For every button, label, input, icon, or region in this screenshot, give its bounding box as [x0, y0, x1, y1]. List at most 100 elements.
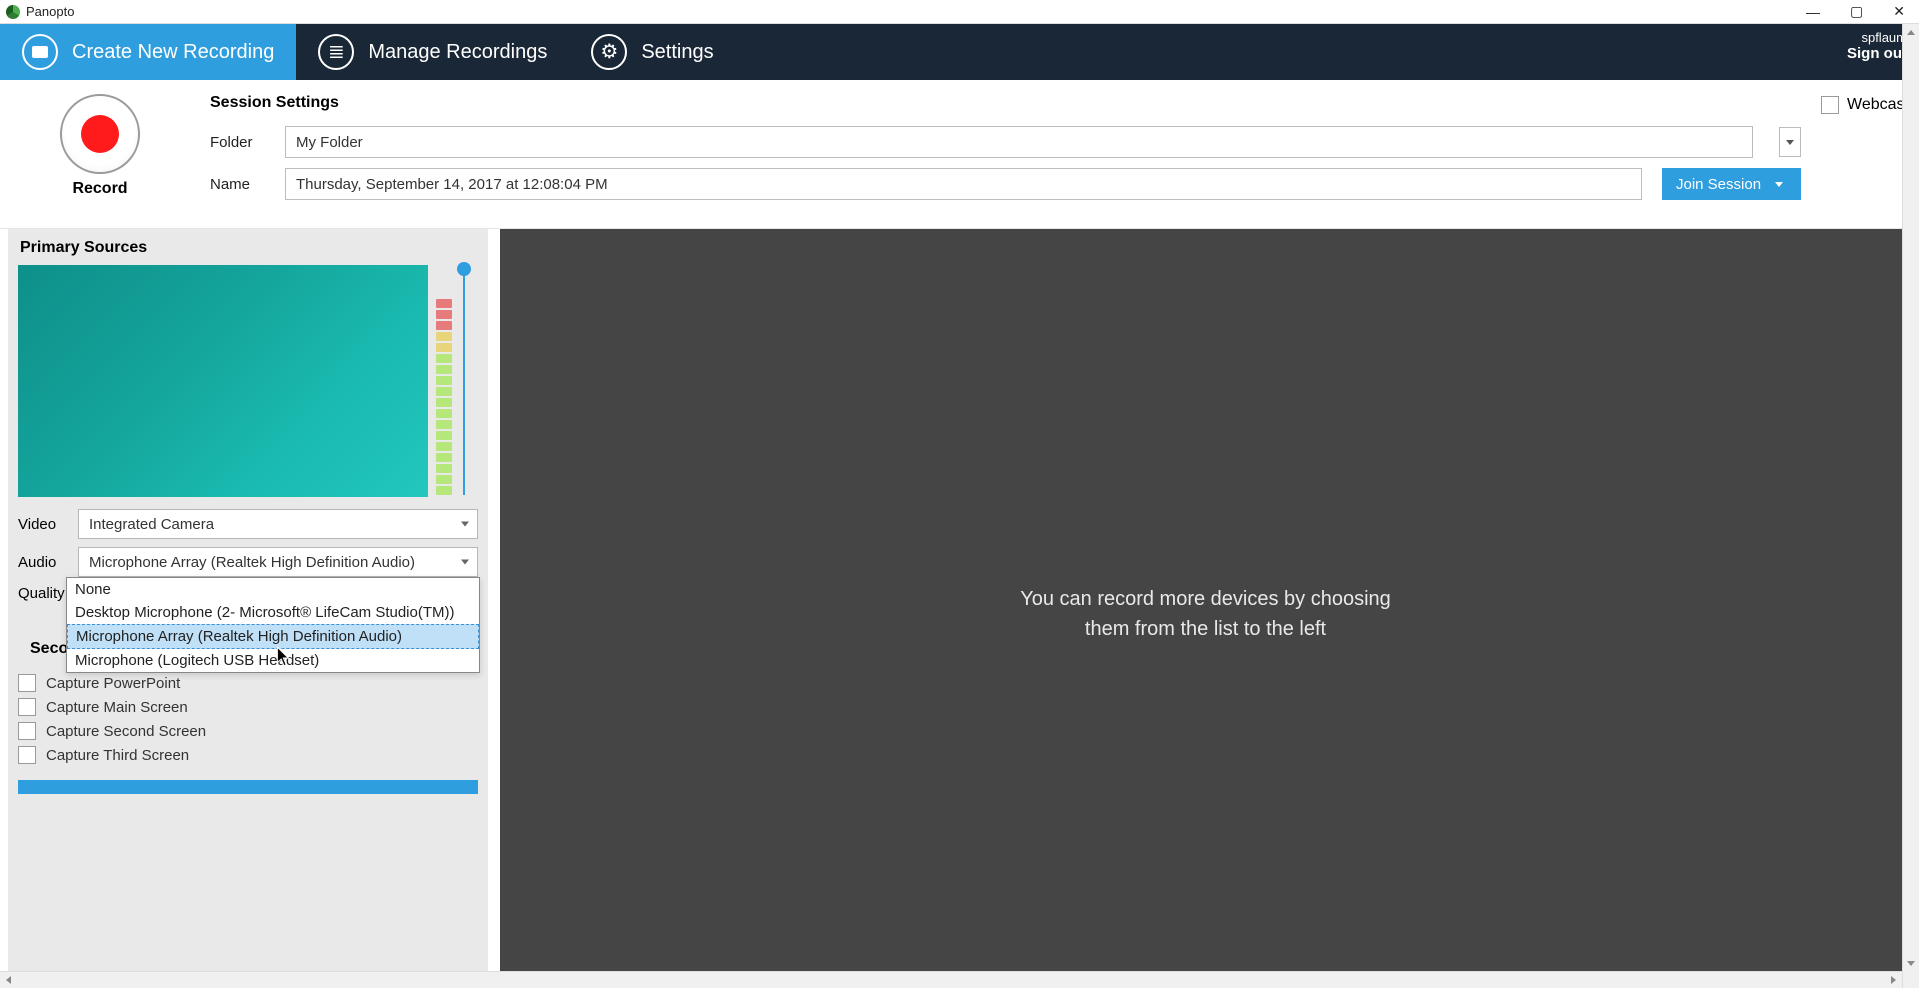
close-button[interactable]: ✕ [1893, 3, 1905, 20]
tab-manage-label: Manage Recordings [368, 41, 547, 64]
list-icon [318, 34, 354, 70]
scroll-right-icon[interactable] [1885, 972, 1902, 988]
join-session-label: Join Session [1676, 176, 1761, 193]
meter-segment [436, 420, 452, 429]
vertical-scrollbar[interactable] [1902, 24, 1919, 988]
session-heading: Session Settings [210, 94, 1801, 112]
folder-value: My Folder [296, 134, 363, 151]
meter-segment [436, 464, 452, 473]
meter-segment [436, 354, 452, 363]
audio-label: Audio [18, 554, 68, 571]
camera-icon [22, 34, 58, 70]
secondary-item: Capture Main Screen [18, 698, 478, 716]
meter-segment [436, 387, 452, 396]
top-nav: Create New Recording Manage Recordings S… [0, 24, 1919, 80]
username: spflaum [1847, 30, 1907, 45]
scroll-down-icon[interactable] [1903, 955, 1919, 972]
tab-create-label: Create New Recording [72, 41, 274, 64]
secondary-item: Capture Third Screen [18, 746, 478, 764]
minimize-button[interactable]: — [1806, 4, 1820, 20]
meter-segment [436, 343, 452, 352]
meter-segment [436, 332, 452, 341]
primary-heading: Primary Sources [8, 229, 488, 265]
audio-option[interactable]: Microphone Array (Realtek High Definitio… [67, 624, 479, 649]
scroll-up-icon[interactable] [1903, 24, 1919, 41]
tab-settings[interactable]: Settings [569, 24, 735, 80]
meter-segment [436, 409, 452, 418]
meter-segment [436, 299, 452, 308]
meter-segment [436, 310, 452, 319]
audio-select[interactable]: Microphone Array (Realtek High Definitio… [78, 547, 478, 577]
video-preview [18, 265, 428, 497]
folder-label: Folder [210, 134, 265, 151]
audio-option[interactable]: Desktop Microphone (2- Microsoft® LifeCa… [67, 601, 479, 624]
meter-segment [436, 486, 452, 495]
chevron-down-icon [461, 522, 469, 527]
audio-meter-wrap [436, 265, 470, 497]
scroll-left-icon[interactable] [0, 972, 17, 988]
meter-segment [436, 376, 452, 385]
record-button[interactable] [60, 94, 140, 174]
join-session-button[interactable]: Join Session [1662, 168, 1801, 200]
secondary-checkbox[interactable] [18, 698, 36, 716]
audio-value: Microphone Array (Realtek High Definitio… [89, 554, 415, 571]
video-label: Video [18, 516, 68, 533]
hint-line2: them from the list to the left [1085, 618, 1326, 640]
app-title: Panopto [26, 4, 74, 19]
hint-line1: You can record more devices by choosing [1020, 588, 1391, 610]
folder-dropdown-button[interactable] [1779, 127, 1801, 157]
audio-option[interactable]: Microphone (Logitech USB Headset) [67, 649, 479, 672]
primary-sources-panel: Primary Sources Video Integrated Camera [8, 229, 488, 988]
tab-create-recording[interactable]: Create New Recording [0, 24, 296, 80]
gear-icon [591, 34, 627, 70]
tab-manage-recordings[interactable]: Manage Recordings [296, 24, 569, 80]
meter-segment [436, 431, 452, 440]
body: Primary Sources Video Integrated Camera [0, 229, 1919, 988]
meter-segment [436, 453, 452, 462]
folder-field[interactable]: My Folder [285, 126, 1753, 158]
video-value: Integrated Camera [89, 516, 214, 533]
slider-handle[interactable] [457, 262, 471, 276]
quality-label: Quality [18, 585, 68, 602]
secondary-label: Capture Second Screen [46, 723, 206, 740]
meter-segment [436, 365, 452, 374]
name-input[interactable] [285, 168, 1642, 200]
app-logo-icon [6, 5, 20, 19]
meter-segment [436, 442, 452, 451]
audio-level-meter [436, 265, 452, 497]
titlebar: Panopto — ▢ ✕ [0, 0, 1919, 24]
maximize-button[interactable]: ▢ [1850, 3, 1863, 20]
secondary-hint: You can record more devices by choosing … [1020, 584, 1391, 644]
webcast-label: Webcast [1847, 96, 1909, 114]
secondary-label: Capture PowerPoint [46, 675, 180, 692]
signout-link[interactable]: Sign out [1847, 45, 1907, 62]
meter-segment [436, 398, 452, 407]
secondary-checkbox[interactable] [18, 746, 36, 764]
secondary-preview: You can record more devices by choosing … [500, 229, 1911, 988]
chevron-down-icon [461, 560, 469, 565]
webcast-checkbox[interactable] [1821, 96, 1839, 114]
session-fields: Session Settings Folder My Folder Name J… [210, 94, 1801, 210]
audio-dropdown[interactable]: NoneDesktop Microphone (2- Microsoft® Li… [66, 577, 480, 673]
progress-bar [18, 780, 478, 794]
secondary-label: Capture Main Screen [46, 699, 188, 716]
record-button-wrap: Record [10, 94, 190, 198]
tab-settings-label: Settings [641, 41, 713, 64]
audio-option[interactable]: None [67, 578, 479, 601]
video-select[interactable]: Integrated Camera [78, 509, 478, 539]
webcast-option: Webcast [1821, 94, 1909, 114]
record-dot-icon [81, 115, 119, 153]
record-label: Record [72, 180, 127, 198]
secondary-checkbox[interactable] [18, 722, 36, 740]
horizontal-scrollbar[interactable] [0, 971, 1902, 988]
session-settings: Record Session Settings Folder My Folder… [0, 80, 1919, 229]
secondary-checkbox[interactable] [18, 674, 36, 692]
secondary-label: Capture Third Screen [46, 747, 189, 764]
slider-track [463, 271, 465, 495]
window-controls: — ▢ ✕ [1806, 3, 1913, 20]
volume-slider[interactable] [458, 265, 470, 497]
meter-segment [436, 321, 452, 330]
secondary-item: Capture Second Screen [18, 722, 478, 740]
preview-row [8, 265, 488, 497]
secondary-item: Capture PowerPoint [18, 674, 478, 692]
